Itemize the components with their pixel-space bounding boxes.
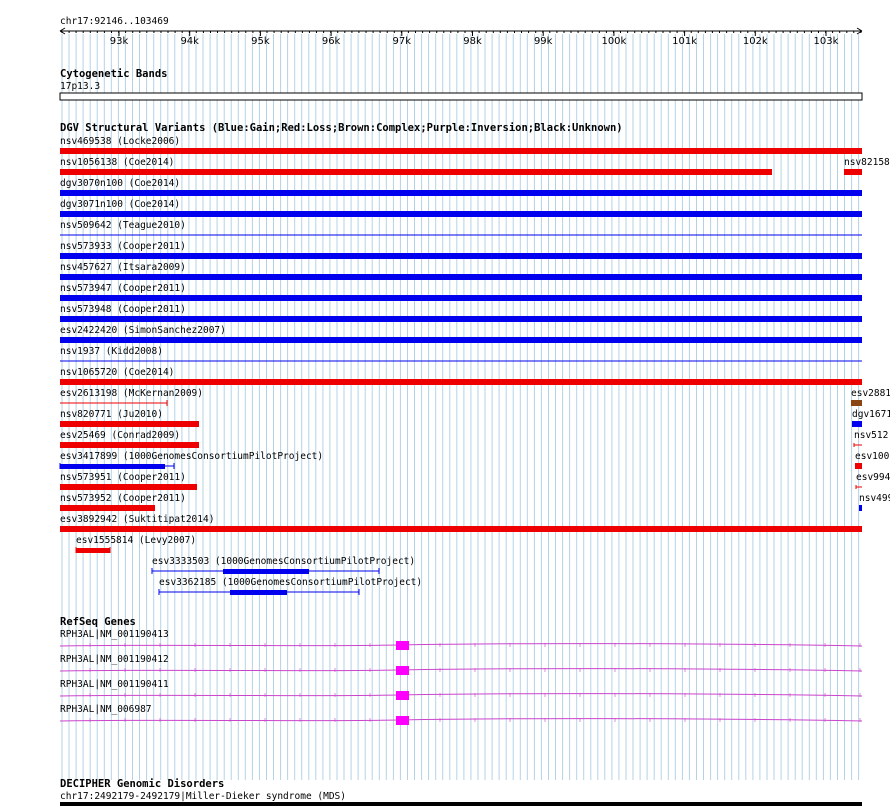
ruler-tick-label: 101k [672, 36, 697, 47]
dgv-feature-label: esv2422420 (SimonSanchez2007) [60, 325, 226, 336]
cytoband-track-title: Cytogenetic Bands [60, 68, 167, 80]
refseq-exon[interactable] [396, 641, 409, 650]
dgv-feature-label: esv2881 [851, 388, 890, 399]
refseq-exon[interactable] [396, 716, 409, 725]
dgv-feature-bar[interactable] [60, 526, 862, 532]
ruler-tick-label: 103k [814, 36, 839, 47]
refseq-intron-line[interactable] [59, 718, 863, 722]
dgv-feature-bar[interactable] [851, 400, 862, 406]
dgv-feature-bar[interactable] [60, 169, 772, 175]
ruler-tick-label: 95k [251, 36, 270, 47]
dgv-feature-label: nsv573951 (Cooper2011) [60, 472, 186, 483]
dgv-feature-label: nsv573933 (Cooper2011) [60, 241, 186, 252]
ruler-tick-label: 98k [463, 36, 482, 47]
background-grid [61, 34, 860, 780]
dgv-feature-label: nsv82158 [844, 157, 890, 168]
dgv-feature-bar[interactable] [60, 442, 199, 448]
cytoband-label: 17p13.3 [60, 81, 100, 92]
dgv-feature-label: nsv573952 (Cooper2011) [60, 493, 186, 504]
dgv-feature-bar[interactable] [844, 169, 862, 175]
decipher-track[interactable]: DECIPHER Genomic Disorders chr17:2492179… [60, 778, 862, 806]
dgv-feature-bar[interactable] [60, 379, 862, 385]
dgv-feature-label: dgv1671 [852, 409, 890, 420]
dgv-feature-bar[interactable] [60, 421, 199, 427]
ruler-ticks: 93k 94k 95k 96k 97k 98k 99k 100k 101k 102k 103k [61, 31, 862, 47]
decipher-feature-bar[interactable] [60, 802, 862, 806]
dgv-feature-label: esv1555814 (Levy2007) [76, 535, 196, 546]
dgv-feature-label: nsv509642 (Teague2010) [60, 220, 186, 231]
dgv-feature-label: esv3892942 (Suktitipat2014) [60, 514, 214, 525]
refseq-features: RPH3AL|NM_001190413 RPH3AL|NM_001190412 RP… [59, 629, 863, 725]
dgv-track-title: DGV Structural Variants (Blue:Gain;Red:L… [60, 122, 623, 134]
dgv-feature-bar[interactable] [60, 211, 862, 217]
dgv-feature-bar[interactable] [60, 505, 155, 511]
ruler-tick-label: 96k [322, 36, 341, 47]
dgv-feature-label: nsv573948 (Cooper2011) [60, 304, 186, 315]
dgv-feature-label: nsv573947 (Cooper2011) [60, 283, 186, 294]
refseq-exon[interactable] [396, 691, 409, 700]
dgv-feature-label: nsv512 [854, 430, 888, 441]
dgv-feature-bar[interactable] [859, 505, 862, 511]
dgv-feature-label: dgv3070n100 (Coe2014) [60, 178, 180, 189]
refseq-intron-line[interactable] [59, 643, 863, 647]
dgv-feature-label: esv3417899 (1000GenomesConsortiumPilotPr… [60, 451, 323, 462]
dgv-feature-bar[interactable] [60, 337, 862, 343]
dgv-feature-label: dgv3071n100 (Coe2014) [60, 199, 180, 210]
dgv-feature-bar[interactable] [60, 295, 862, 301]
dgv-feature-label: esv2613198 (McKernan2009) [60, 388, 203, 399]
dgv-feature-bar[interactable] [855, 463, 862, 469]
dgv-feature-label: nsv820771 (Ju2010) [60, 409, 163, 420]
dgv-feature-label: nsv1065720 (Coe2014) [60, 367, 174, 378]
dgv-feature-bar[interactable] [60, 316, 862, 322]
dgv-feature-label: nsv1056138 (Coe2014) [60, 157, 174, 168]
dgv-features: nsv469538 (Locke2006) nsv1056138 (Coe2014… [59, 136, 890, 595]
dgv-feature-bar[interactable] [76, 548, 110, 553]
ruler-tick-label: 100k [601, 36, 626, 47]
refseq-intron-line[interactable] [59, 668, 863, 672]
refseq-track-title: RefSeq Genes [60, 616, 136, 628]
refseq-track: RefSeq Genes RPH3AL|NM_001190413RPH3AL|N… [59, 616, 863, 725]
dgv-feature-label: nsv457627 (Itsara2009) [60, 262, 186, 273]
dgv-feature-bar[interactable] [852, 421, 862, 427]
dgv-feature-label: esv100 [855, 451, 890, 462]
dgv-track: DGV Structural Variants (Blue:Gain;Red:L… [59, 122, 890, 595]
ruler-track: chr17:92146..103469 93k 94k 95k 96k 97k 98k 99… [59, 16, 863, 47]
dgv-feature-bar[interactable] [60, 190, 862, 196]
dgv-feature-label: nsv469538 (Locke2006) [60, 136, 180, 147]
ruler-tick-label: 97k [393, 36, 412, 47]
cytoband-track[interactable]: Cytogenetic Bands 17p13.3 [59, 68, 863, 101]
decipher-feature-label: chr17:2492179-2492179|Miller-Dieker synd… [60, 791, 346, 802]
dgv-feature-bar[interactable] [60, 484, 197, 490]
dgv-feature-label: esv3333503 (1000GenomesConsortiumPilotPr… [152, 556, 415, 567]
refseq-transcript-label: RPH3AL|NM_001190411 [60, 679, 169, 690]
ruler-tick-label: 94k [180, 36, 199, 47]
refseq-transcript-label: RPH3AL|NM_001190413 [60, 629, 169, 640]
refseq-intron-line[interactable] [59, 693, 863, 697]
dgv-feature-bar[interactable] [60, 274, 862, 280]
genome-browser-view: chr17:92146..103469 93k 94k 95k 96k 97k 98k 99… [59, 16, 890, 806]
dgv-feature-bar[interactable] [60, 464, 165, 469]
dgv-feature-bar[interactable] [60, 253, 862, 259]
ruler-tick-label: 93k [110, 36, 129, 47]
dgv-feature-bar[interactable] [60, 148, 862, 154]
ruler-range-label: chr17:92146..103469 [60, 16, 169, 27]
ruler-tick-label: 99k [534, 36, 553, 47]
dgv-feature-bar[interactable] [230, 590, 287, 595]
dgv-feature-label: esv3362185 (1000GenomesConsortiumPilotPr… [159, 577, 422, 588]
refseq-transcript-label: RPH3AL|NM_001190412 [60, 654, 169, 665]
dgv-feature-label: esv994 [856, 472, 890, 483]
refseq-exon[interactable] [396, 666, 409, 675]
dgv-feature-bar[interactable] [223, 569, 309, 574]
refseq-transcript-label: RPH3AL|NM_006987 [60, 704, 152, 715]
dgv-feature-label: nsv1937 (Kidd2008) [60, 346, 163, 357]
cytoband-bar[interactable] [59, 92, 863, 101]
dgv-feature-label: esv25469 (Conrad2009) [60, 430, 180, 441]
ruler-tick-label: 102k [743, 36, 768, 47]
dgv-feature-label: nsv499 [859, 493, 890, 504]
decipher-track-title: DECIPHER Genomic Disorders [60, 778, 224, 790]
